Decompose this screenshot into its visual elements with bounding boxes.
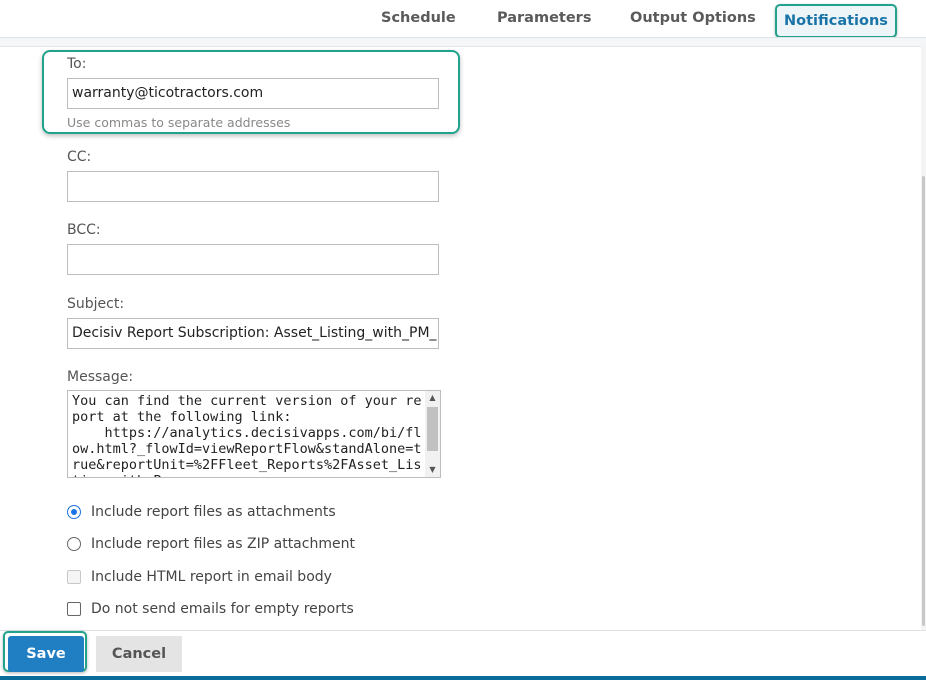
- tab-output-options[interactable]: Output Options: [630, 0, 756, 36]
- attach-files-radio[interactable]: [67, 505, 81, 519]
- cc-label: CC:: [67, 149, 92, 165]
- to-label: To:: [67, 56, 87, 72]
- tab-parameters[interactable]: Parameters: [497, 0, 591, 36]
- header-strip: [0, 38, 926, 47]
- subject-label: Subject:: [67, 296, 125, 312]
- message-scroll-thumb[interactable]: [427, 407, 438, 451]
- subject-input[interactable]: Decisiv Report Subscription: Asset_Listi…: [67, 318, 439, 349]
- skip-empty-label: Do not send emails for empty reports: [91, 601, 354, 617]
- message-label: Message:: [67, 369, 134, 385]
- message-text: You can find the current version of your…: [72, 393, 422, 477]
- tab-bar: Schedule Parameters Output Options Notif…: [0, 0, 926, 38]
- html-body-label: Include HTML report in email body: [91, 569, 332, 585]
- option-skip-empty[interactable]: Do not send emails for empty reports: [67, 599, 354, 619]
- bcc-input[interactable]: [67, 244, 439, 275]
- option-html-body: Include HTML report in email body: [67, 567, 332, 587]
- option-attach-files[interactable]: Include report files as attachments: [67, 502, 336, 522]
- skip-empty-checkbox[interactable]: [67, 602, 81, 616]
- attach-files-label: Include report files as attachments: [91, 504, 336, 520]
- page-scrollbar[interactable]: [921, 46, 926, 630]
- cc-input[interactable]: [67, 171, 439, 202]
- bcc-label: BCC:: [67, 222, 101, 238]
- scroll-down-icon[interactable]: ▼: [425, 463, 440, 477]
- tab-notifications[interactable]: Notifications: [775, 4, 897, 38]
- scroll-up-icon[interactable]: ▲: [425, 391, 440, 405]
- to-hint: Use commas to separate addresses: [67, 115, 291, 130]
- page-scroll-thumb[interactable]: [922, 176, 925, 626]
- attach-zip-label: Include report files as ZIP attachment: [91, 536, 355, 552]
- html-body-checkbox: [67, 570, 81, 584]
- save-button[interactable]: Save: [8, 636, 84, 672]
- bottom-accent-bar: [0, 676, 926, 680]
- attach-zip-radio[interactable]: [67, 537, 81, 551]
- to-input[interactable]: warranty@ticotractors.com: [67, 78, 439, 109]
- cancel-button[interactable]: Cancel: [96, 636, 182, 672]
- option-attach-zip[interactable]: Include report files as ZIP attachment: [67, 534, 355, 554]
- message-scrollbar[interactable]: ▲ ▼: [425, 391, 440, 477]
- tab-schedule[interactable]: Schedule: [381, 0, 456, 36]
- message-textarea[interactable]: You can find the current version of your…: [67, 390, 441, 478]
